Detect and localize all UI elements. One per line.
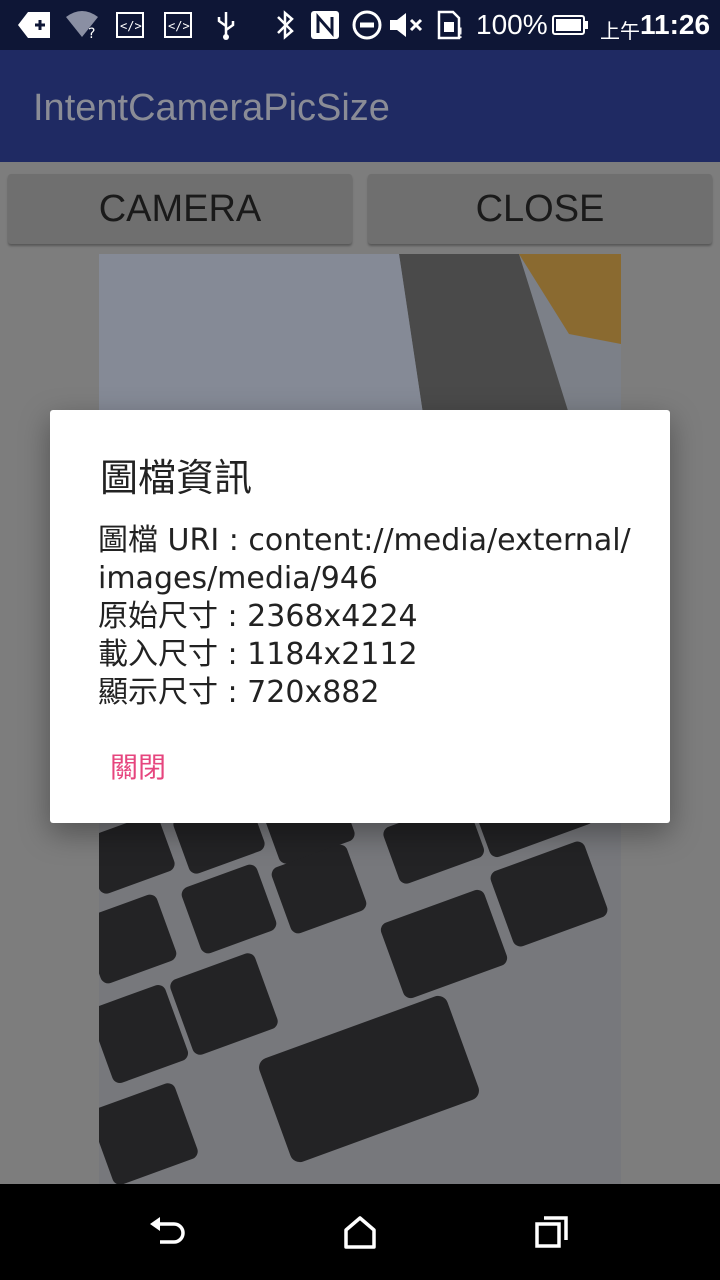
code-icon: </> [164, 8, 192, 42]
dialog-line-original-size: 原始尺寸 : 2368x4224 [98, 599, 418, 634]
home-icon[interactable] [336, 1212, 384, 1252]
recents-icon[interactable] [528, 1212, 576, 1252]
svg-text:</>: </> [168, 19, 190, 33]
navigation-bar [0, 1184, 720, 1280]
add-notification-icon [18, 8, 50, 42]
svg-text:!: ! [458, 26, 464, 40]
dialog-line-uri-cont: images/media/946 [98, 561, 378, 596]
close-button[interactable]: CLOSE [368, 174, 712, 244]
clock-time: 11:26 [640, 9, 711, 40]
photo-keyboard-region [99, 767, 621, 1184]
dialog-line-uri: 圖檔 URI : content://media/external/ [98, 523, 631, 558]
app-title: IntentCameraPicSize [33, 87, 390, 129]
battery-icon [552, 8, 588, 42]
clock-ampm: 上午 [600, 21, 640, 43]
camera-button[interactable]: CAMERA [8, 174, 352, 244]
dialog-line-display-size: 顯示尺寸 : 720x882 [98, 675, 380, 710]
svg-text:</>: </> [120, 19, 142, 33]
do-not-disturb-icon [352, 8, 382, 42]
back-icon[interactable] [144, 1212, 192, 1252]
dialog-message: 圖檔 URI : content://media/external/ image… [98, 522, 631, 712]
svg-text:?: ? [88, 26, 95, 39]
usb-icon [214, 8, 238, 42]
sim-icon: ! [436, 8, 466, 42]
bluetooth-icon [274, 8, 296, 42]
dialog-dismiss-button[interactable]: 關閉 [94, 746, 182, 790]
wifi-question-icon: ? [64, 8, 100, 42]
nfc-icon [310, 8, 340, 42]
code-icon: </> [116, 8, 144, 42]
image-info-dialog: 圖檔資訊 圖檔 URI : content://media/external/ … [50, 410, 670, 823]
dialog-title: 圖檔資訊 [100, 456, 253, 500]
battery-percent: 100% [476, 9, 548, 40]
status-bar: ? </> </> ! 100% 上午 11:26 [0, 0, 720, 50]
mute-icon [388, 8, 424, 42]
dialog-line-loaded-size: 載入尺寸 : 1184x2112 [98, 637, 418, 672]
